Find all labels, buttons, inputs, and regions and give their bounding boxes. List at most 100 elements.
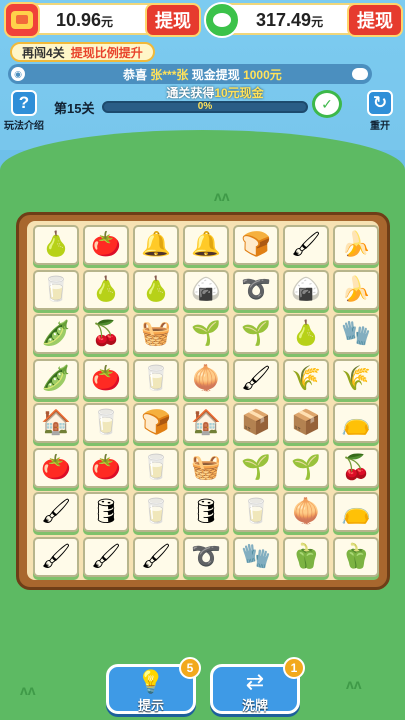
tile-milk[interactable]: 🥛 [233,492,279,532]
red-packet-wallet: 10.96元 提现 [4,2,201,38]
barrel-icon: 🛢 [190,498,222,525]
tile-glove[interactable]: 🧤 [233,536,279,577]
shuffle-button[interactable]: ⇄ 洗牌 1 [210,657,305,714]
tile-sprout-pot[interactable]: 🌱 [233,447,279,488]
hose-icon: ➰ [241,275,271,303]
tile-bell[interactable]: 🔔 [183,225,229,265]
marquee-text: 恭喜 张***张 现金提现 1000元 [123,67,282,82]
tile-pear[interactable]: 🍐 [283,314,329,354]
tile-brush[interactable]: 🖌 [33,492,79,532]
tile-barn[interactable]: 🏠 [33,403,79,443]
milk-icon: 🥛 [141,364,171,392]
tile-bell[interactable]: 🔔 [133,225,179,265]
tile-sprout-pot[interactable]: 🌱 [283,447,329,488]
lightbulb-icon: 💡 [137,669,165,694]
red-withdraw-button[interactable]: 提现 [145,3,201,37]
tile-banana[interactable]: 🍌 [333,269,379,310]
rice-dumpling-icon: 🍙 [291,275,321,303]
tile-brush[interactable]: 🖌 [33,536,79,577]
pea-pod-icon: 🫛 [41,364,71,392]
milk-icon: 🥛 [141,498,171,525]
tile-wheat[interactable]: 🌾 [283,358,329,399]
tile-pepper[interactable]: 🫑 [333,536,379,577]
pepper-icon: 🫑 [341,542,371,570]
tile-banana[interactable]: 🍌 [333,225,379,265]
glove-icon: 🧤 [341,320,371,347]
tile-bread[interactable]: 🍞 [133,403,179,443]
tile-pea-pod[interactable]: 🫛 [33,358,79,399]
tip-highlight: 提现比例提升 [70,45,143,60]
tile-sprout-pot[interactable]: 🌱 [233,314,279,354]
sprout-pot-icon: 🌱 [241,320,271,347]
tile-bread[interactable]: 🍞 [233,225,279,265]
wheat-icon: 🌾 [341,364,371,392]
hose-icon: ➰ [191,542,221,570]
wechat-withdraw-button[interactable]: 提现 [347,3,403,37]
barn-icon: 🏠 [191,409,221,436]
tile-sprout-pot[interactable]: 🌱 [183,314,229,354]
tile-persimmon[interactable]: 🍅 [83,358,129,399]
tile-brush[interactable]: 🖌 [233,358,279,399]
restart-button[interactable]: ↻ 重开 [362,90,398,132]
persimmon-icon: 🍅 [91,453,121,481]
tile-basket[interactable]: 🧺 [183,447,229,488]
brush-icon: 🖌 [40,498,72,525]
cash-reward-icon[interactable]: ✓ [312,90,342,118]
barn-icon: 🏠 [41,409,71,436]
brush-icon: 🖌 [90,542,122,570]
seed-packet-icon: 📦 [241,409,271,436]
tile-basket[interactable]: 🧺 [133,314,179,354]
tile-sack[interactable]: 👝 [333,403,379,443]
tile-milk[interactable]: 🥛 [133,447,179,488]
tile-barn[interactable]: 🏠 [183,403,229,443]
tile-hose[interactable]: ➰ [233,269,279,310]
sprout-pot-icon: 🌱 [191,320,221,347]
tile-pepper[interactable]: 🫑 [283,536,329,577]
pear-icon: 🍐 [141,275,171,303]
tile-rice-dumpling[interactable]: 🍙 [183,269,229,310]
tile-rice-dumpling[interactable]: 🍙 [283,269,329,310]
tile-onion[interactable]: 🧅 [183,358,229,399]
tile-cherry[interactable]: 🍒 [333,447,379,488]
tile-persimmon[interactable]: 🍅 [33,447,79,488]
tile-milk[interactable]: 🥛 [33,269,79,310]
tile-pear[interactable]: 🍐 [83,269,129,310]
tile-glove[interactable]: 🧤 [333,314,379,354]
tile-seed-packet[interactable]: 📦 [233,403,279,443]
tile-brush[interactable]: 🖌 [133,536,179,577]
bell-icon: 🔔 [141,231,171,258]
milk-icon: 🥛 [91,409,121,436]
persimmon-icon: 🍅 [41,453,71,481]
tile-grid: 🍐 🍅 🔔 🔔 🍞 🖌 🍌 🥛 🍐 🍐 🍙 ➰ 🍙 🍌 🫛 🍒 🧺 🌱 🌱 🍐 🧤 🫛 🍅 🥛 🧅 🖌 🌾 🌾 🏠 🥛 🍞 🏠 📦 📦 👝 🍅 🍅 🥛 🧺 🌱… [27,221,379,580]
tile-milk[interactable]: 🥛 [133,358,179,399]
tile-pear[interactable]: 🍐 [133,269,179,310]
cloud-icon [352,68,368,80]
tile-pear[interactable]: 🍐 [33,225,79,265]
tile-barrel[interactable]: 🛢 [183,492,229,532]
tile-wheat[interactable]: 🌾 [333,358,379,399]
pear-icon: 🍐 [41,231,71,258]
tile-hose[interactable]: ➰ [183,536,229,577]
red-packet-balance: 10.96元 [56,10,114,30]
help-button[interactable]: ? 玩法介绍 [4,90,44,132]
tile-persimmon[interactable]: 🍅 [83,447,129,488]
tile-persimmon[interactable]: 🍅 [83,225,129,265]
tile-brush[interactable]: 🖌 [83,536,129,577]
hint-label: 提示 [137,698,164,713]
tile-barrel[interactable]: 🛢 [83,492,129,532]
cherry-icon: 🍒 [341,453,371,481]
shuffle-label: 洗牌 [241,698,268,713]
tile-cherry[interactable]: 🍒 [83,314,129,354]
withdraw-tip-banner[interactable]: 再闯4关 提现比例提升 [10,42,155,62]
tile-pea-pod[interactable]: 🫛 [33,314,79,354]
persimmon-icon: 🍅 [91,364,121,392]
hint-button[interactable]: 💡 提示 5 [106,657,201,714]
onion-icon: 🧅 [291,498,321,525]
tile-seed-packet[interactable]: 📦 [283,403,329,443]
basket-icon: 🧺 [141,320,171,347]
tile-milk[interactable]: 🥛 [83,403,129,443]
tile-milk[interactable]: 🥛 [133,492,179,532]
tile-brush[interactable]: 🖌 [283,225,329,265]
tile-onion[interactable]: 🧅 [283,492,329,532]
tile-sack[interactable]: 👝 [333,492,379,532]
